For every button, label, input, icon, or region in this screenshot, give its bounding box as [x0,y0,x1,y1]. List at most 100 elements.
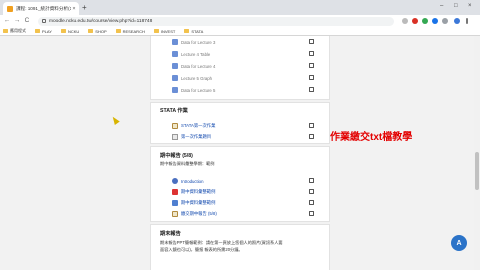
bookmark-label: INVEST [160,28,176,34]
bookmark-apps[interactable]: 應用程式 [3,28,26,34]
completion-checkbox[interactable] [309,189,314,194]
tab-strip: 課程: 1091_統計資料分析(1)(... × + – □ × [0,0,480,15]
moodle-favicon-icon [7,5,13,12]
completion-checkbox[interactable] [309,211,314,216]
section-title: 期中報告 (5/8) [160,153,193,159]
bookmark-folder[interactable]: SHOP [88,28,107,34]
activity-label[interactable]: Introduction [181,179,203,184]
avatar[interactable] [454,18,460,24]
course-section-stata: STATA 作業 STATA第一次作業 第一次作業題目 [150,102,330,144]
completion-checkbox[interactable] [309,63,314,68]
scrollbar-thumb[interactable] [475,152,479,190]
bookmark-folder[interactable]: NCKU [60,28,80,34]
assignment-icon [172,211,178,217]
section-description: 期末報告PPT簡報範例：請在第一頁放上您個人的照片(資訊系人要 [160,240,283,245]
bookmark-folder[interactable]: RESEARCH [115,28,145,34]
activity-label[interactable]: Lecture 5 Graph [181,76,212,81]
activity-label[interactable]: 繳交期中報告 (5/8) [181,211,217,217]
activity-url[interactable]: Introduction [172,177,203,185]
completion-checkbox[interactable] [309,87,314,92]
activity-label[interactable]: Data for Lecture 4 [181,64,215,69]
star-icon[interactable] [402,18,408,24]
folder-icon [172,87,178,93]
cursor-icon [110,115,120,125]
activity-label[interactable]: Data for Lecture 5 [181,88,215,93]
activity-folder[interactable]: Lecture 4 Table [172,50,210,58]
bookmark-folder[interactable]: PLAY [35,29,52,34]
activity-assignment[interactable]: STATA第一次作業 [172,122,215,130]
folder-icon [153,29,159,33]
completion-checkbox[interactable] [309,123,314,128]
completion-checkbox[interactable] [309,39,314,44]
url-text: moodle.ncku.edu.tw/course/view.php?id=11… [49,18,153,24]
bookmark-folder[interactable]: STATA [184,29,203,34]
activity-label[interactable]: Lecture 4 Table [181,52,210,57]
completion-checkbox[interactable] [309,134,314,139]
bookmark-label: SHOP [95,28,107,34]
activity-label[interactable]: 期中資料彙整範例 [181,189,215,195]
extension-icon[interactable] [442,18,448,24]
folder-icon [60,29,66,33]
folder-icon [172,51,178,57]
activity-label[interactable]: STATA第一次作業 [181,123,215,129]
activity-file[interactable]: 期中資料彙整範例 [172,199,215,207]
activity-folder[interactable]: Data for Lecture 3 [172,38,215,46]
tab-close-icon[interactable]: × [71,6,77,12]
completion-checkbox[interactable] [309,51,314,56]
apps-icon [3,29,8,33]
lock-icon [42,19,46,23]
folder-icon [115,29,121,33]
activity-folder[interactable]: Lecture 5 Graph [172,74,212,82]
tab-title: 課程: 1091_統計資料分析(1)(... [16,5,71,11]
activity-file[interactable]: 期中資料彙整範例 [172,188,215,196]
bookmark-folder[interactable]: INVEST [153,28,176,34]
bookmark-label: NCKU [67,28,80,34]
link-icon [172,178,178,184]
bookmark-label: 應用程式 [10,28,26,33]
completion-checkbox[interactable] [309,178,314,183]
bookmark-label: STATA [191,28,204,34]
activity-folder[interactable]: Data for Lecture 5 [172,86,215,94]
section-description: 面容入鏡也可以)，簡报 報表的所需20分鐘。 [160,247,243,252]
address-bar[interactable]: moodle.ncku.edu.tw/course/view.php?id=11… [38,16,394,26]
section-title: 期末報告 [160,231,181,237]
pdf-icon [172,189,178,195]
section-description: 期中報告資料彙整學期：範例 [160,161,215,166]
activity-assignment[interactable]: 繳交期中報告 (5/8) [172,210,217,218]
minimize-button[interactable]: – [440,2,443,10]
extension-icon[interactable] [432,18,438,24]
annotation-text: 作業繳交txt檔教學 [330,132,413,143]
reload-button[interactable]: C [22,16,32,26]
activity-label[interactable]: 期中資料彙整範例 [181,200,215,206]
folder-icon [172,39,178,45]
close-window-button[interactable]: × [468,2,472,10]
maximize-button[interactable]: □ [454,2,458,10]
forward-button[interactable]: → [12,16,22,26]
assignment-icon [172,123,178,129]
folder-icon [35,29,40,33]
extension-icon[interactable] [422,18,428,24]
browser-tab[interactable]: 課程: 1091_統計資料分析(1)(... × [3,2,79,15]
bookmark-label: PLAY [42,28,52,34]
course-page: Data for Lecture 3 Lecture 4 Table Data … [0,36,480,270]
accessibility-button[interactable]: A [451,235,467,251]
back-button[interactable]: ← [2,16,12,26]
course-section-final: 期末報告 期末報告PPT簡報範例：請在第一頁放上您個人的照片(資訊系人要 面容入… [150,224,330,270]
completion-checkbox[interactable] [309,75,314,80]
new-tab-button[interactable]: + [82,3,87,12]
folder-icon [88,29,94,33]
activity-page[interactable]: 第一次作業題目 [172,133,211,141]
browser-toolbar: ← → C moodle.ncku.edu.tw/course/view.php… [0,15,480,27]
activity-label[interactable]: 第一次作業題目 [181,134,211,140]
completion-checkbox[interactable] [309,200,314,205]
course-section: Data for Lecture 3 Lecture 4 Table Data … [150,36,330,100]
folder-icon [172,63,178,69]
extension-icon[interactable] [412,18,418,24]
page-icon [172,134,178,140]
activity-folder[interactable]: Data for Lecture 4 [172,62,215,70]
menu-icon[interactable] [466,18,468,24]
folder-icon [172,75,178,81]
bookmarks-bar: 應用程式 PLAY NCKU SHOP RESEARCH INVEST STAT… [0,27,480,36]
activity-label[interactable]: Data for Lecture 3 [181,40,215,45]
bookmark-label: RESEARCH [122,28,145,34]
